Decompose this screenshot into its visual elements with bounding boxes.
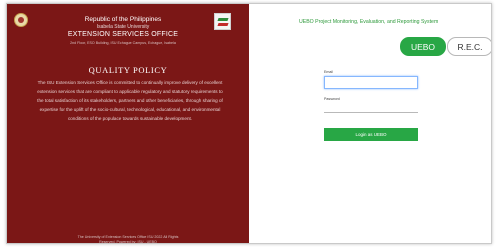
header-university: Isabela State University xyxy=(96,24,150,30)
system-title: UEBO Project Monitoring, Evaluation, and… xyxy=(299,19,439,25)
quality-policy-panel: Republic of the Philippines Isabela Stat… xyxy=(7,4,249,243)
tab-uebo[interactable]: UEBO xyxy=(400,37,446,56)
university-seal-icon xyxy=(14,13,28,27)
quality-policy-title: QUALITY POLICY xyxy=(88,65,168,75)
login-panel: UEBO Project Monitoring, Evaluation, and… xyxy=(249,4,491,243)
login-window: Republic of the Philippines Isabela Stat… xyxy=(6,3,492,244)
header-country: Republic of the Philippines xyxy=(84,16,162,23)
quality-policy-text: The ISU Extension Services Office is com… xyxy=(37,80,223,121)
footer-copyright: The University of Extension Services Off… xyxy=(77,235,179,239)
password-field[interactable] xyxy=(324,107,418,113)
footer-powered-by: Reserved. Powered by: ISU - UEBO xyxy=(99,239,157,244)
tab-rec[interactable]: R.E.C. xyxy=(447,37,491,56)
header-office: EXTENSION SERVICES OFFICE xyxy=(67,31,179,38)
password-label: Password xyxy=(324,97,340,101)
email-field[interactable] xyxy=(324,76,418,89)
footer: The University of Extension Services Off… xyxy=(57,235,199,244)
email-label: Email xyxy=(324,70,333,74)
login-button[interactable]: Login as UEBO xyxy=(324,128,418,141)
header-address: 2nd Floor, ESO Building, ISU Echague Cam… xyxy=(70,41,176,45)
office-logo-icon xyxy=(214,13,231,30)
